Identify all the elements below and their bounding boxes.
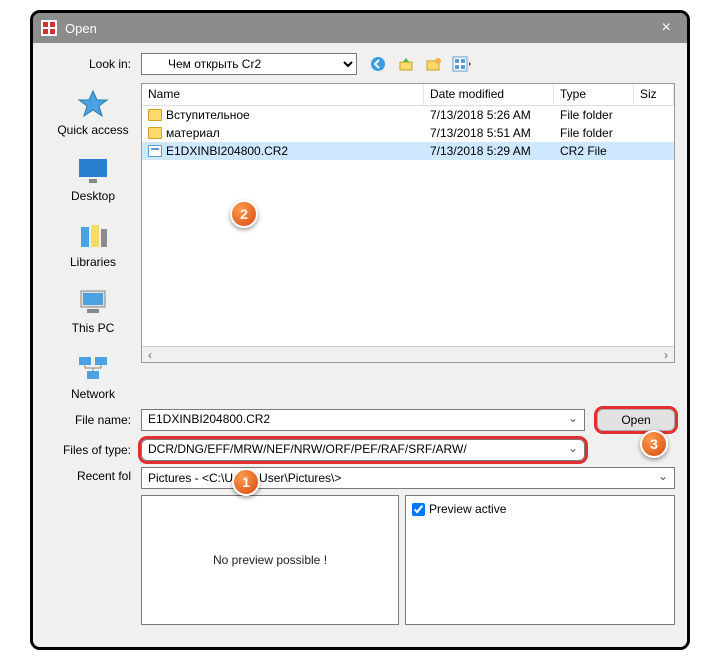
star-icon <box>75 89 111 119</box>
nav-toolbar <box>367 53 473 75</box>
scroll-left-icon[interactable]: ‹ <box>142 348 158 362</box>
recent-row: Recent fol Pictures - <C:\Users\User\Pic… <box>45 467 675 625</box>
filename-row: File name: E1DXINBI204800.CR2 Open <box>45 409 675 431</box>
filename-label: File name: <box>45 413 141 427</box>
titlebar: Open × <box>33 13 687 43</box>
network-icon <box>75 353 111 383</box>
libraries-icon <box>75 221 111 251</box>
folder-icon <box>148 109 162 121</box>
h-scrollbar[interactable]: ‹ › <box>142 346 674 362</box>
window-title: Open <box>65 21 654 36</box>
table-row[interactable]: материал7/13/2018 5:51 AMFile folder <box>142 124 674 142</box>
places-bar: Quick access Desktop Libraries This PC N… <box>45 83 141 401</box>
preview-active-input[interactable] <box>412 503 425 516</box>
filetype-select[interactable]: DCR/DNG/EFF/MRW/NEF/NRW/ORF/PEF/RAF/SRF/… <box>141 439 585 461</box>
col-date[interactable]: Date modified <box>424 84 554 105</box>
main-area: Quick access Desktop Libraries This PC N… <box>45 83 675 401</box>
lookin-label: Look in: <box>45 57 141 71</box>
preview-active-checkbox[interactable]: Preview active <box>412 502 668 516</box>
new-folder-icon[interactable] <box>423 53 445 75</box>
table-row[interactable]: Вступительное7/13/2018 5:26 AMFile folde… <box>142 106 674 124</box>
app-icon <box>41 20 57 36</box>
place-quick-access[interactable]: Quick access <box>57 89 128 137</box>
open-button[interactable]: Open <box>597 409 675 431</box>
callout-badge-1: 1 <box>232 468 260 496</box>
lookin-row: Look in: Чем открыть Cr2 <box>45 53 675 75</box>
place-libraries[interactable]: Libraries <box>70 221 116 269</box>
file-rows: Вступительное7/13/2018 5:26 AMFile folde… <box>142 106 674 346</box>
close-icon[interactable]: × <box>654 19 679 37</box>
preview-options: Preview active <box>405 495 675 625</box>
preview-box: No preview possible ! <box>141 495 399 625</box>
col-size[interactable]: Siz <box>634 84 674 105</box>
nav-back-icon[interactable] <box>367 53 389 75</box>
filename-input[interactable]: E1DXINBI204800.CR2 <box>141 409 585 431</box>
recent-folders-select[interactable]: Pictures - <C:\Users\User\Pictures\> <box>141 467 675 489</box>
lookin-select[interactable]: Чем открыть Cr2 <box>141 53 357 75</box>
dialog-open: Open × Look in: Чем открыть Cr2 <box>30 10 690 650</box>
filetype-row: Files of type: DCR/DNG/EFF/MRW/NEF/NRW/O… <box>45 439 675 461</box>
view-menu-icon[interactable] <box>451 53 473 75</box>
preview-panels: No preview possible ! Preview active <box>141 495 675 625</box>
pc-icon <box>75 287 111 317</box>
dialog-body: Look in: Чем открыть Cr2 Quick access <box>33 43 687 647</box>
col-name[interactable]: Name <box>142 84 424 105</box>
scroll-right-icon[interactable]: › <box>658 348 674 362</box>
recent-label: Recent fol <box>45 467 141 625</box>
file-list: Name Date modified Type Siz Вступительно… <box>141 83 675 363</box>
callout-badge-2: 2 <box>230 200 258 228</box>
place-network[interactable]: Network <box>71 353 115 401</box>
nav-up-icon[interactable] <box>395 53 417 75</box>
table-row[interactable]: E1DXINBI204800.CR27/13/2018 5:29 AMCR2 F… <box>142 142 674 160</box>
column-headers[interactable]: Name Date modified Type Siz <box>142 84 674 106</box>
folder-icon <box>148 127 162 139</box>
callout-badge-3: 3 <box>640 430 668 458</box>
col-type[interactable]: Type <box>554 84 634 105</box>
place-desktop[interactable]: Desktop <box>71 155 115 203</box>
file-icon <box>148 145 162 157</box>
monitor-icon <box>75 155 111 185</box>
preview-area: Pictures - <C:\Users\User\Pictures\> No … <box>141 467 675 625</box>
filetype-label: Files of type: <box>45 443 141 457</box>
place-this-pc[interactable]: This PC <box>72 287 115 335</box>
